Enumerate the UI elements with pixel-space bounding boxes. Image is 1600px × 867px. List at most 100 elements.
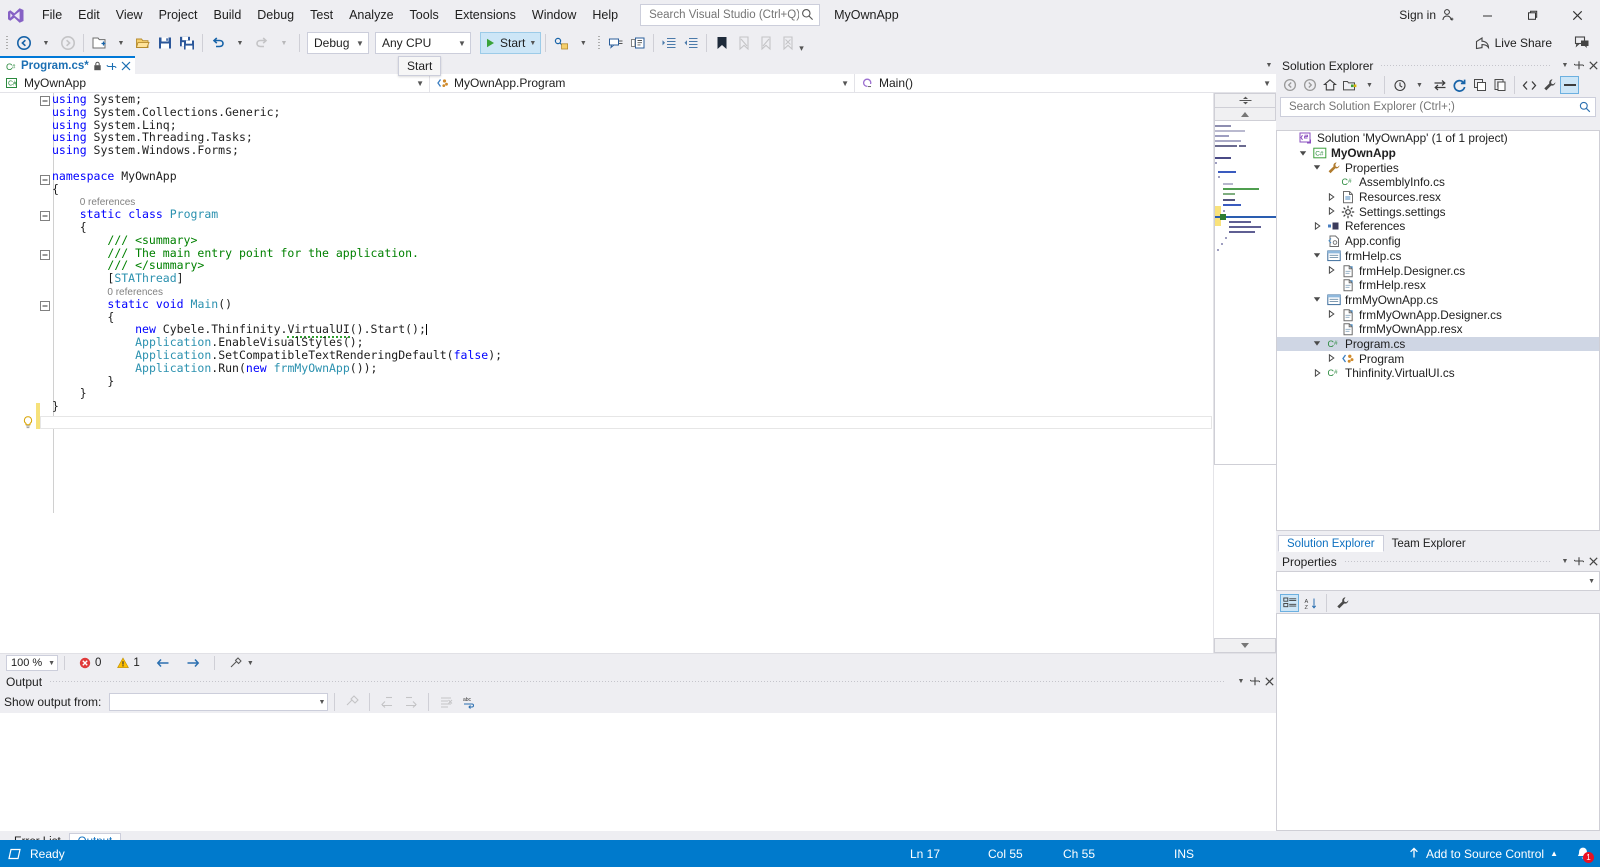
code-editor-surface[interactable]: using System; using System.Collections.Ge… [0, 93, 1276, 653]
solution-configuration-combo[interactable]: Debug ▼ [307, 32, 369, 54]
toggle-bookmark-button[interactable] [711, 32, 733, 54]
notifications-button[interactable]: 1 [1566, 840, 1600, 867]
se-history-dropdown[interactable]: ▼ [1410, 76, 1429, 94]
menu-help[interactable]: Help [584, 4, 626, 26]
window-close-button[interactable] [1555, 0, 1600, 30]
redo-button[interactable] [251, 32, 273, 54]
solution-tree-item[interactable]: C # AssemblyInfo.cs [1277, 175, 1599, 190]
code-cleanup-button[interactable]: ▼ [221, 657, 262, 669]
decrease-indent-button[interactable] [680, 32, 702, 54]
output-toggle-word-wrap-button[interactable]: abc [459, 691, 481, 713]
se-back-button[interactable] [1280, 76, 1299, 94]
previous-bookmark-button[interactable] [733, 32, 755, 54]
attach-dropdown[interactable]: ▼ [572, 32, 594, 54]
uncomment-selection-button[interactable] [627, 32, 649, 54]
expander-closed-icon[interactable] [1325, 309, 1337, 321]
solution-tree-item[interactable]: Program [1277, 351, 1599, 366]
menu-build[interactable]: Build [205, 4, 249, 26]
expander-open-icon[interactable] [1311, 294, 1323, 306]
solution-tree-item[interactable]: frmMyOwnApp.Designer.cs [1277, 307, 1599, 322]
scroll-split-button[interactable] [1214, 93, 1276, 108]
redo-dropdown[interactable]: ▼ [273, 32, 295, 54]
se-preview-selected-items-button[interactable] [1560, 76, 1579, 94]
properties-dropdown[interactable]: ▼ [1558, 554, 1572, 570]
output-panel-dragbar[interactable] [50, 677, 1226, 686]
se-forward-button[interactable] [1300, 76, 1319, 94]
expander-open-icon[interactable] [1311, 162, 1323, 174]
navbar-type-combo[interactable]: MyOwnApp.Program ▼ [430, 73, 855, 93]
solution-tree-item[interactable]: Solution 'MyOwnApp' (1 of 1 project) [1277, 131, 1599, 146]
solution-tree-item[interactable]: C # Thinfinity.VirtualUI.cs [1277, 366, 1599, 381]
window-minimize-button[interactable] [1465, 0, 1510, 30]
active-files-dropdown[interactable]: ▼ [1262, 57, 1276, 73]
search-input[interactable] [647, 8, 802, 22]
menu-tools[interactable]: Tools [402, 4, 447, 26]
solution-explorer-search[interactable] [1280, 97, 1596, 117]
solution-tree-item[interactable]: References [1277, 219, 1599, 234]
se-home-button[interactable] [1320, 76, 1339, 94]
quick-actions-lightbulb-icon[interactable] [22, 416, 34, 429]
navigate-backward-dropdown[interactable]: ▼ [35, 32, 57, 54]
pin-icon[interactable] [106, 61, 117, 72]
tab-team-explorer[interactable]: Team Explorer [1384, 535, 1474, 552]
output-autohide-pin-icon[interactable] [1248, 674, 1262, 690]
se-pending-changes-button[interactable] [1340, 76, 1359, 94]
solution-tree-item[interactable]: Settings.settings [1277, 204, 1599, 219]
output-window-dropdown[interactable]: ▼ [1234, 674, 1248, 690]
solution-tree-item[interactable]: frmHelp.Designer.cs [1277, 263, 1599, 278]
menu-window[interactable]: Window [524, 4, 584, 26]
output-clear-all-button[interactable] [435, 691, 457, 713]
warning-count-indicator[interactable]: 1 [109, 657, 147, 669]
menu-file[interactable]: File [34, 4, 70, 26]
se-sync-with-active-document-button[interactable] [1430, 76, 1449, 94]
add-to-source-control-button[interactable]: Add to Source Control ▲ [1400, 840, 1566, 867]
lock-icon[interactable] [93, 61, 102, 71]
output-go-to-previous-button[interactable] [376, 691, 398, 713]
expander-closed-icon[interactable] [1311, 220, 1323, 232]
properties-close-icon[interactable] [1586, 554, 1600, 570]
expander-open-icon[interactable] [1297, 147, 1309, 159]
show-output-from-combo[interactable]: ▼ [109, 693, 329, 711]
attach-to-process-button[interactable] [550, 32, 572, 54]
clear-bookmarks-button[interactable] [777, 32, 799, 54]
window-maximize-button[interactable] [1510, 0, 1555, 30]
outlining-margin[interactable] [40, 93, 52, 653]
undo-button[interactable] [207, 32, 229, 54]
navbar-project-combo[interactable]: C# MyOwnApp ▼ [0, 73, 430, 93]
solution-tree-item[interactable]: frmHelp.cs [1277, 249, 1599, 264]
properties-pin-icon[interactable] [1572, 554, 1586, 570]
se-properties-button[interactable] [1540, 76, 1559, 94]
close-icon[interactable] [121, 61, 131, 71]
properties-categorized-button[interactable] [1280, 594, 1299, 612]
expander-closed-icon[interactable] [1325, 265, 1337, 277]
properties-grid[interactable] [1276, 613, 1600, 831]
solution-tree-item[interactable]: frmMyOwnApp.resx [1277, 322, 1599, 337]
comment-selection-button[interactable] [605, 32, 627, 54]
properties-property-pages-button[interactable] [1333, 594, 1352, 612]
toolbar-grip[interactable] [4, 34, 11, 52]
expander-open-icon[interactable] [1311, 338, 1323, 350]
menu-analyze[interactable]: Analyze [341, 4, 401, 26]
solution-tree-item[interactable]: Resources.resx [1277, 190, 1599, 205]
previous-issue-button[interactable] [148, 657, 178, 669]
solution-tree-item[interactable]: Properties [1277, 160, 1599, 175]
save-all-button[interactable] [176, 32, 198, 54]
menu-debug[interactable]: Debug [249, 4, 302, 26]
open-file-button[interactable] [132, 32, 154, 54]
se-history-button[interactable] [1390, 76, 1409, 94]
next-bookmark-button[interactable] [755, 32, 777, 54]
new-project-dropdown[interactable]: ▼ [110, 32, 132, 54]
output-close-icon[interactable] [1262, 674, 1276, 690]
quick-launch-search[interactable] [640, 4, 821, 26]
solution-tree-item[interactable]: C # Program.cs [1277, 336, 1599, 352]
output-find-message-button[interactable] [341, 691, 363, 713]
solution-explorer-dragbar[interactable] [1381, 61, 1550, 70]
expander-closed-icon[interactable] [1311, 367, 1323, 379]
save-button[interactable] [154, 32, 176, 54]
menu-view[interactable]: View [108, 4, 151, 26]
new-project-button[interactable] [88, 32, 110, 54]
send-feedback-button[interactable] [1574, 34, 1590, 50]
code-text[interactable]: using System; using System.Collections.Ge… [52, 93, 1212, 653]
se-view-code-button[interactable] [1520, 76, 1539, 94]
navigate-forward-button[interactable] [57, 32, 79, 54]
